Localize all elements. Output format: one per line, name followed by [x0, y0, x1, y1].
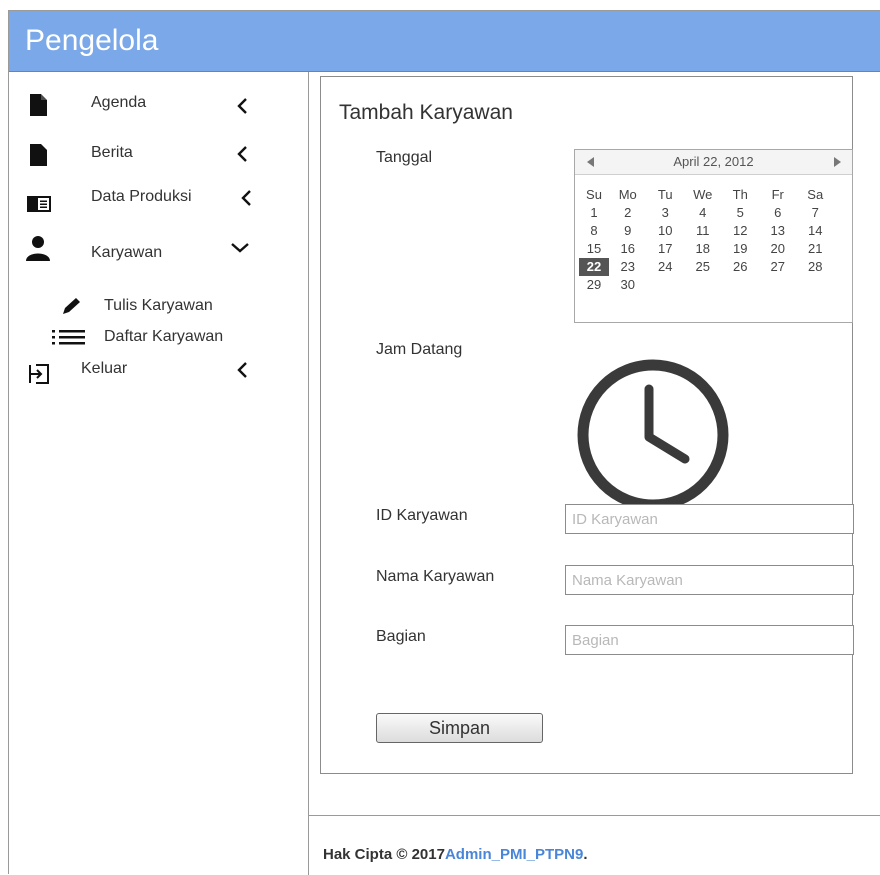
date-picker[interactable]: April 22, 2012 Su Mo Tu We Th Fr Sa 1 2 3 4 5 6 7 8 9 10… [574, 149, 853, 323]
save-button[interactable]: Simpan [376, 713, 543, 743]
app-header: Pengelola [9, 11, 880, 72]
sidebar-item-label: Keluar [81, 360, 128, 377]
page-title: Tambah Karyawan [339, 101, 513, 124]
calendar-day[interactable]: 16 [609, 240, 647, 258]
chevron-left-icon[interactable] [235, 96, 251, 116]
bagian-input[interactable] [565, 625, 854, 655]
calendar-day[interactable]: 14 [797, 222, 835, 240]
sidebar-item-data-produksi[interactable]: Data Produksi [9, 186, 309, 222]
copyright-text: Hak Cipta © 2017Admin_PMI_PTPN9. [323, 846, 588, 863]
sidebar: Agenda Berita Data Produksi Karyawan Tul… [9, 72, 309, 875]
calendar-day[interactable]: 29 [579, 276, 609, 294]
calendar-weekday-row: Su Mo Tu We Th Fr Sa [579, 186, 834, 204]
id-karyawan-label: ID Karyawan [376, 507, 468, 524]
footer: Hak Cipta © 2017Admin_PMI_PTPN9. [309, 815, 880, 875]
calendar-weekday: Mo [618, 187, 637, 202]
calendar-day[interactable]: 27 [759, 258, 797, 276]
calendar-day[interactable]: 30 [609, 276, 647, 294]
calendar-week-row: 29 30 [579, 276, 834, 294]
calendar-weekday: Tu [657, 187, 673, 202]
calendar-empty-cell [722, 276, 760, 294]
jam-datang-label: Jam Datang [376, 341, 463, 358]
calendar-day[interactable]: 13 [759, 222, 797, 240]
calendar-empty-cell [759, 276, 797, 294]
user-icon [25, 234, 51, 261]
calendar-day[interactable]: 20 [759, 240, 797, 258]
calendar-day[interactable]: 12 [722, 222, 760, 240]
nama-karyawan-label: Nama Karyawan [376, 568, 495, 585]
calendar-day[interactable]: 25 [684, 258, 722, 276]
form-panel: Tambah Karyawan Tanggal April 22, 2012 S… [320, 76, 854, 774]
chevron-left-icon[interactable] [235, 144, 251, 164]
calendar-day[interactable]: 21 [797, 240, 835, 258]
nama-karyawan-input[interactable] [565, 565, 854, 595]
calendar-day[interactable]: 10 [647, 222, 685, 240]
sidebar-item-label: Agenda [91, 94, 147, 111]
calendar-day[interactable]: 24 [647, 258, 685, 276]
sidebar-subitem-label: Tulis Karyawan [104, 297, 213, 314]
document-icon [25, 92, 51, 118]
calendar-empty-cell [797, 276, 835, 294]
calendar-weekday: We [693, 187, 713, 202]
clock-icon[interactable] [575, 357, 731, 513]
calendar-weekday: Th [732, 187, 748, 202]
chevron-down-icon[interactable] [229, 240, 251, 260]
calendar-grid: Su Mo Tu We Th Fr Sa 1 2 3 4 5 6 7 8 9 10 11 12 13 14 15 16 17 1… [579, 186, 834, 294]
calendar-day[interactable]: 11 [684, 222, 722, 240]
sign-out-icon [27, 362, 53, 388]
calendar-day[interactable]: 2 [609, 204, 647, 222]
sidebar-subitem-label: Daftar Karyawan [104, 328, 224, 345]
calendar-day[interactable]: 5 [722, 204, 760, 222]
sidebar-item-berita[interactable]: Berita [9, 142, 309, 178]
sidebar-item-karyawan[interactable]: Karyawan [9, 234, 309, 270]
chevron-left-icon[interactable] [235, 360, 251, 380]
calendar-day[interactable]: 15 [579, 240, 609, 258]
sidebar-item-label: Data Produksi [91, 188, 192, 205]
calendar-header: April 22, 2012 [575, 150, 852, 175]
calendar-next-icon[interactable] [829, 154, 845, 170]
calendar-day[interactable]: 18 [684, 240, 722, 258]
calendar-day[interactable]: 23 [609, 258, 647, 276]
calendar-day[interactable]: 1 [579, 204, 609, 222]
calendar-day[interactable]: 6 [759, 204, 797, 222]
calendar-empty-cell [647, 276, 685, 294]
id-karyawan-input[interactable] [565, 504, 854, 534]
copyright-label: Hak Cipta © 2017 [323, 846, 445, 863]
calendar-weekday: Sa [807, 187, 824, 202]
copyright-suffix: . [583, 846, 588, 863]
calendar-weekday: Su [586, 187, 602, 202]
document-icon [25, 142, 51, 168]
calendar-day[interactable]: 8 [579, 222, 609, 240]
calendar-week-row: 15 16 17 18 19 20 21 [579, 240, 834, 258]
sidebar-item-label: Karyawan [91, 244, 163, 261]
calendar-week-row: 22 23 24 25 26 27 28 [579, 258, 834, 276]
calendar-day[interactable]: 3 [647, 204, 685, 222]
sidebar-subitem-tulis-karyawan[interactable]: Tulis Karyawan [49, 294, 299, 320]
calendar-day[interactable]: 7 [797, 204, 835, 222]
calendar-month-label: April 22, 2012 [673, 154, 754, 169]
calendar-weekday: Fr [771, 187, 784, 202]
calendar-day[interactable]: 19 [722, 240, 760, 258]
calendar-day[interactable]: 26 [722, 258, 760, 276]
calendar-empty-cell [684, 276, 722, 294]
calendar-day[interactable]: 17 [647, 240, 685, 258]
copyright-link[interactable]: Admin_PMI_PTPN9 [445, 846, 583, 863]
calendar-week-row: 1234567 [579, 204, 834, 222]
list-icon [51, 327, 85, 347]
sidebar-subitem-daftar-karyawan[interactable]: Daftar Karyawan [49, 325, 299, 351]
tanggal-label: Tanggal [376, 149, 433, 166]
book-icon [25, 192, 51, 218]
sidebar-item-agenda[interactable]: Agenda [9, 92, 309, 128]
calendar-week-row: 8 9 10 11 12 13 14 [579, 222, 834, 240]
chevron-left-icon[interactable] [239, 188, 255, 208]
app-title: Pengelola [25, 24, 159, 57]
calendar-day[interactable]: 4 [684, 204, 722, 222]
calendar-day[interactable]: 9 [609, 222, 647, 240]
bagian-label: Bagian [376, 628, 426, 645]
pencil-icon [61, 296, 89, 316]
sidebar-item-label: Berita [91, 144, 133, 161]
sidebar-item-keluar[interactable]: Keluar [9, 358, 309, 394]
calendar-day[interactable]: 28 [797, 258, 835, 276]
calendar-day-selected[interactable]: 22 [579, 258, 609, 276]
